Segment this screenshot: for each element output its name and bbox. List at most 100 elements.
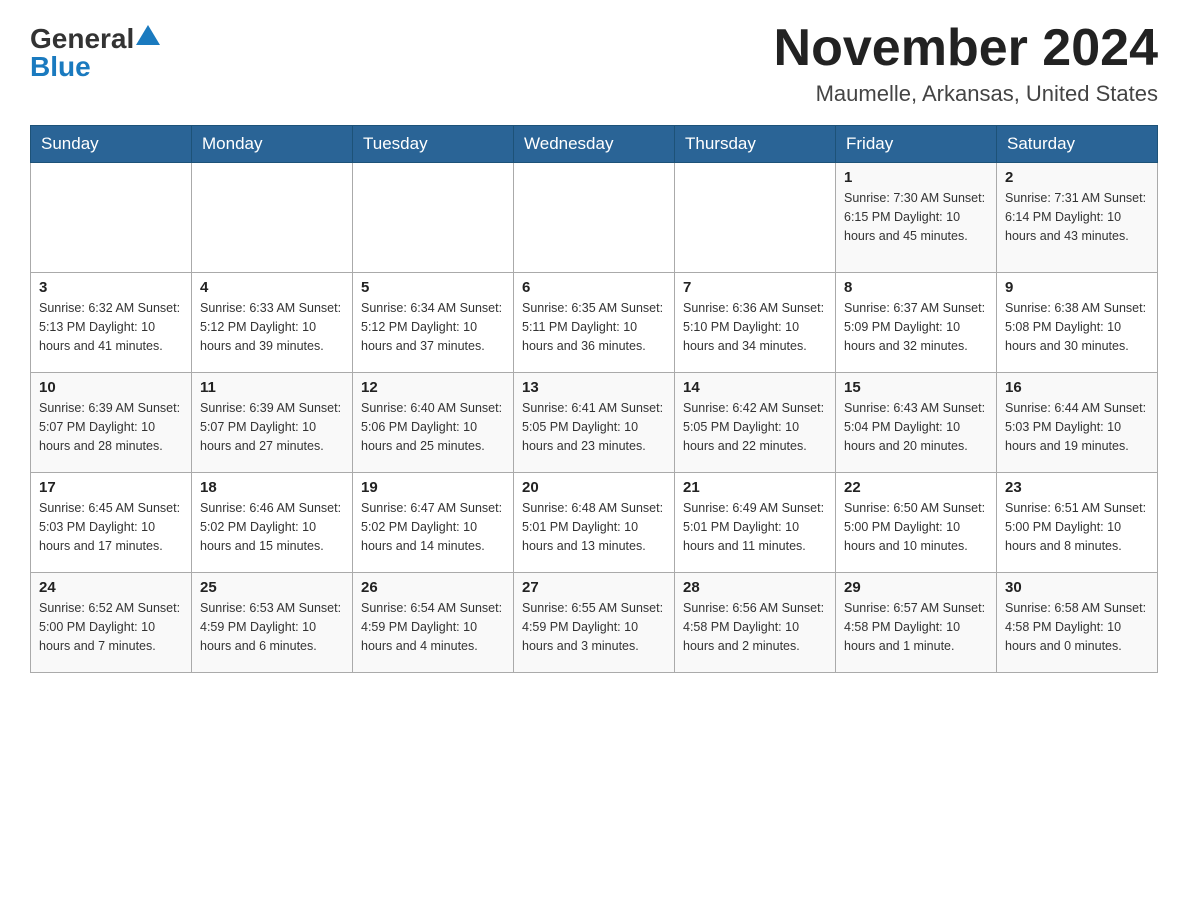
day-number: 23 — [1005, 479, 1149, 496]
day-header-saturday: Saturday — [997, 126, 1158, 163]
day-number: 20 — [522, 479, 666, 496]
day-info: Sunrise: 6:40 AM Sunset: 5:06 PM Dayligh… — [361, 399, 505, 455]
day-info: Sunrise: 6:57 AM Sunset: 4:58 PM Dayligh… — [844, 599, 988, 655]
day-number: 6 — [522, 279, 666, 296]
day-number: 13 — [522, 379, 666, 396]
day-number: 30 — [1005, 579, 1149, 596]
day-info: Sunrise: 6:41 AM Sunset: 5:05 PM Dayligh… — [522, 399, 666, 455]
day-info: Sunrise: 6:54 AM Sunset: 4:59 PM Dayligh… — [361, 599, 505, 655]
day-info: Sunrise: 6:37 AM Sunset: 5:09 PM Dayligh… — [844, 299, 988, 355]
day-info: Sunrise: 6:43 AM Sunset: 5:04 PM Dayligh… — [844, 399, 988, 455]
day-info: Sunrise: 6:55 AM Sunset: 4:59 PM Dayligh… — [522, 599, 666, 655]
calendar-cell: 13 Sunrise: 6:41 AM Sunset: 5:05 PM Dayli… — [514, 373, 675, 473]
calendar-cell: 2 Sunrise: 7:31 AM Sunset: 6:14 PM Daylig… — [997, 163, 1158, 273]
day-info: Sunrise: 7:31 AM Sunset: 6:14 PM Dayligh… — [1005, 189, 1149, 245]
day-info: Sunrise: 6:47 AM Sunset: 5:02 PM Dayligh… — [361, 499, 505, 555]
day-header-monday: Monday — [192, 126, 353, 163]
calendar-cell — [353, 163, 514, 273]
day-info: Sunrise: 6:32 AM Sunset: 5:13 PM Dayligh… — [39, 299, 183, 355]
day-number: 14 — [683, 379, 827, 396]
day-number: 3 — [39, 279, 183, 296]
calendar-table: SundayMondayTuesdayWednesdayThursdayFrid… — [30, 125, 1158, 673]
calendar-cell: 3 Sunrise: 6:32 AM Sunset: 5:13 PM Daylig… — [31, 273, 192, 373]
calendar-cell: 27Sunrise: 6:55 AM Sunset: 4:59 PM Dayli… — [514, 573, 675, 673]
calendar-cell — [31, 163, 192, 273]
calendar-cell: 19 Sunrise: 6:47 AM Sunset: 5:02 PM Dayli… — [353, 473, 514, 573]
day-header-sunday: Sunday — [31, 126, 192, 163]
logo-general-text: General — [30, 25, 134, 53]
day-header-friday: Friday — [836, 126, 997, 163]
calendar-cell: 14Sunrise: 6:42 AM Sunset: 5:05 PM Dayli… — [675, 373, 836, 473]
day-number: 12 — [361, 379, 505, 396]
days-header-row: SundayMondayTuesdayWednesdayThursdayFrid… — [31, 126, 1158, 163]
calendar-cell: 12 Sunrise: 6:40 AM Sunset: 5:06 PM Dayli… — [353, 373, 514, 473]
day-info: Sunrise: 6:44 AM Sunset: 5:03 PM Dayligh… — [1005, 399, 1149, 455]
calendar-cell: 6 Sunrise: 6:35 AM Sunset: 5:11 PM Daylig… — [514, 273, 675, 373]
calendar-cell: 17 Sunrise: 6:45 AM Sunset: 5:03 PM Dayli… — [31, 473, 192, 573]
day-info: Sunrise: 6:38 AM Sunset: 5:08 PM Dayligh… — [1005, 299, 1149, 355]
day-number: 4 — [200, 279, 344, 296]
calendar-cell: 23 Sunrise: 6:51 AM Sunset: 5:00 PM Dayli… — [997, 473, 1158, 573]
week-row-1: 1 Sunrise: 7:30 AM Sunset: 6:15 PM Daylig… — [31, 163, 1158, 273]
calendar-cell: 24Sunrise: 6:52 AM Sunset: 5:00 PM Dayli… — [31, 573, 192, 673]
calendar-cell: 28 Sunrise: 6:56 AM Sunset: 4:58 PM Dayli… — [675, 573, 836, 673]
day-number: 2 — [1005, 169, 1149, 186]
day-number: 25 — [200, 579, 344, 596]
day-number: 24 — [39, 579, 183, 596]
logo-blue-text: Blue — [30, 53, 91, 81]
day-info: Sunrise: 6:33 AM Sunset: 5:12 PM Dayligh… — [200, 299, 344, 355]
location-title: Maumelle, Arkansas, United States — [774, 81, 1158, 107]
day-info: Sunrise: 6:35 AM Sunset: 5:11 PM Dayligh… — [522, 299, 666, 355]
day-number: 5 — [361, 279, 505, 296]
day-number: 7 — [683, 279, 827, 296]
day-info: Sunrise: 6:50 AM Sunset: 5:00 PM Dayligh… — [844, 499, 988, 555]
day-number: 22 — [844, 479, 988, 496]
week-row-2: 3 Sunrise: 6:32 AM Sunset: 5:13 PM Daylig… — [31, 273, 1158, 373]
calendar-cell: 1 Sunrise: 7:30 AM Sunset: 6:15 PM Daylig… — [836, 163, 997, 273]
calendar-cell: 21 Sunrise: 6:49 AM Sunset: 5:01 PM Dayli… — [675, 473, 836, 573]
day-number: 29 — [844, 579, 988, 596]
calendar-cell: 26 Sunrise: 6:54 AM Sunset: 4:59 PM Dayli… — [353, 573, 514, 673]
logo: General Blue — [30, 20, 160, 81]
day-info: Sunrise: 6:46 AM Sunset: 5:02 PM Dayligh… — [200, 499, 344, 555]
day-info: Sunrise: 7:30 AM Sunset: 6:15 PM Dayligh… — [844, 189, 988, 245]
header: General Blue November 2024 Maumelle, Ark… — [30, 20, 1158, 107]
logo-triangle-icon — [136, 25, 160, 45]
calendar-cell: 25 Sunrise: 6:53 AM Sunset: 4:59 PM Dayli… — [192, 573, 353, 673]
day-number: 26 — [361, 579, 505, 596]
day-number: 11 — [200, 379, 344, 396]
calendar-cell — [192, 163, 353, 273]
day-number: 10 — [39, 379, 183, 396]
day-info: Sunrise: 6:36 AM Sunset: 5:10 PM Dayligh… — [683, 299, 827, 355]
calendar-cell: 11Sunrise: 6:39 AM Sunset: 5:07 PM Dayli… — [192, 373, 353, 473]
day-info: Sunrise: 6:58 AM Sunset: 4:58 PM Dayligh… — [1005, 599, 1149, 655]
calendar-cell: 18 Sunrise: 6:46 AM Sunset: 5:02 PM Dayli… — [192, 473, 353, 573]
calendar-cell: 5 Sunrise: 6:34 AM Sunset: 5:12 PM Daylig… — [353, 273, 514, 373]
day-info: Sunrise: 6:45 AM Sunset: 5:03 PM Dayligh… — [39, 499, 183, 555]
day-number: 15 — [844, 379, 988, 396]
calendar-cell: 9 Sunrise: 6:38 AM Sunset: 5:08 PM Daylig… — [997, 273, 1158, 373]
day-info: Sunrise: 6:51 AM Sunset: 5:00 PM Dayligh… — [1005, 499, 1149, 555]
week-row-5: 24Sunrise: 6:52 AM Sunset: 5:00 PM Dayli… — [31, 573, 1158, 673]
day-header-tuesday: Tuesday — [353, 126, 514, 163]
day-header-thursday: Thursday — [675, 126, 836, 163]
day-number: 9 — [1005, 279, 1149, 296]
day-number: 18 — [200, 479, 344, 496]
day-info: Sunrise: 6:56 AM Sunset: 4:58 PM Dayligh… — [683, 599, 827, 655]
week-row-4: 17 Sunrise: 6:45 AM Sunset: 5:03 PM Dayli… — [31, 473, 1158, 573]
calendar-cell: 15 Sunrise: 6:43 AM Sunset: 5:04 PM Dayli… — [836, 373, 997, 473]
calendar-cell: 4 Sunrise: 6:33 AM Sunset: 5:12 PM Daylig… — [192, 273, 353, 373]
day-info: Sunrise: 6:34 AM Sunset: 5:12 PM Dayligh… — [361, 299, 505, 355]
day-number: 17 — [39, 479, 183, 496]
day-number: 1 — [844, 169, 988, 186]
day-number: 21 — [683, 479, 827, 496]
day-number: 19 — [361, 479, 505, 496]
day-info: Sunrise: 6:53 AM Sunset: 4:59 PM Dayligh… — [200, 599, 344, 655]
day-number: 28 — [683, 579, 827, 596]
day-info: Sunrise: 6:49 AM Sunset: 5:01 PM Dayligh… — [683, 499, 827, 555]
day-header-wednesday: Wednesday — [514, 126, 675, 163]
calendar-cell: 10 Sunrise: 6:39 AM Sunset: 5:07 PM Dayli… — [31, 373, 192, 473]
calendar-cell: 30 Sunrise: 6:58 AM Sunset: 4:58 PM Dayli… — [997, 573, 1158, 673]
day-info: Sunrise: 6:39 AM Sunset: 5:07 PM Dayligh… — [39, 399, 183, 455]
calendar-cell — [675, 163, 836, 273]
